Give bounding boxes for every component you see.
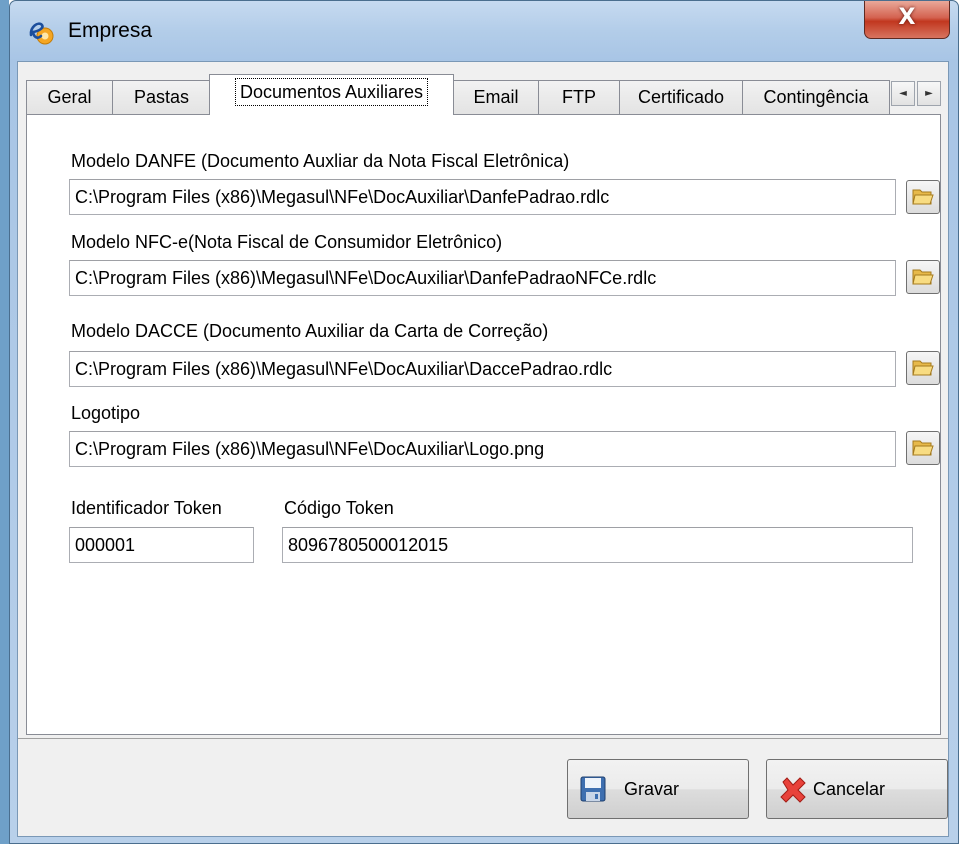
cancel-button[interactable]: Cancelar bbox=[766, 759, 948, 819]
tab-scroll-right-icon[interactable]: ► bbox=[917, 81, 941, 106]
tab-scroll-left-icon[interactable]: ◄ bbox=[891, 81, 915, 106]
dacce-browse-button[interactable] bbox=[906, 351, 940, 385]
folder-open-icon bbox=[912, 360, 934, 376]
nfce-label: Modelo NFC-e(Nota Fiscal de Consumidor E… bbox=[71, 232, 503, 252]
tab-certificado[interactable]: Certificado bbox=[619, 80, 743, 114]
folder-open-icon bbox=[912, 440, 934, 456]
logotipo-browse-button[interactable] bbox=[906, 431, 940, 465]
tab-label: Documentos Auxiliares bbox=[234, 78, 429, 106]
background-window-edge bbox=[0, 0, 9, 844]
tab-label: FTP bbox=[562, 87, 596, 107]
dacce-path-field[interactable]: C:\Program Files (x86)\Megasul\NFe\DocAu… bbox=[69, 351, 896, 387]
save-button-label: Gravar bbox=[624, 779, 680, 799]
logotipo-label: Logotipo bbox=[71, 403, 141, 423]
logotipo-path-field[interactable]: C:\Program Files (x86)\Megasul\NFe\DocAu… bbox=[69, 431, 896, 467]
tab-label: Certificado bbox=[637, 87, 725, 107]
close-button[interactable]: X bbox=[864, 1, 950, 39]
footer-separator bbox=[18, 738, 948, 739]
tab-label: Pastas bbox=[133, 87, 190, 107]
cancel-button-label: Cancelar bbox=[813, 779, 886, 799]
tab-documentos-auxiliares[interactable]: Documentos Auxiliares bbox=[209, 74, 454, 115]
tab-contingencia[interactable]: Contingência bbox=[742, 80, 890, 114]
folder-open-icon bbox=[912, 269, 934, 285]
danfe-path-field[interactable]: C:\Program Files (x86)\Megasul\NFe\DocAu… bbox=[69, 179, 896, 215]
folder-open-icon bbox=[912, 189, 934, 205]
app-e-icon bbox=[28, 19, 54, 45]
save-button[interactable]: Gravar bbox=[567, 759, 749, 819]
tab-pastas[interactable]: Pastas bbox=[112, 80, 211, 114]
token-code-field[interactable]: 8096780500012015 bbox=[282, 527, 913, 563]
tab-strip: Geral Pastas Documentos Auxiliares Email… bbox=[18, 74, 948, 115]
tab-geral[interactable]: Geral bbox=[26, 80, 113, 114]
danfe-label: Modelo DANFE (Documento Auxliar da Nota … bbox=[71, 151, 570, 171]
nfce-path-field[interactable]: C:\Program Files (x86)\Megasul\NFe\DocAu… bbox=[69, 260, 896, 296]
token-id-label: Identificador Token bbox=[71, 498, 222, 518]
title-bar[interactable]: Empresa X bbox=[10, 1, 958, 61]
red-x-icon bbox=[779, 776, 807, 809]
token-code-label: Código Token bbox=[284, 498, 394, 518]
close-icon: X bbox=[898, 5, 916, 30]
window-title: Empresa bbox=[68, 19, 153, 42]
tab-scroll-buttons: ◄ ► bbox=[891, 81, 941, 106]
empresa-dialog: Empresa X Geral Pastas Documentos Auxili… bbox=[9, 0, 959, 844]
dialog-client-area: Geral Pastas Documentos Auxiliares Email… bbox=[17, 61, 949, 837]
tab-email[interactable]: Email bbox=[453, 80, 539, 114]
tab-label: Email bbox=[473, 87, 519, 107]
tab-label: Geral bbox=[47, 87, 92, 107]
tab-ftp[interactable]: FTP bbox=[538, 80, 620, 114]
danfe-browse-button[interactable] bbox=[906, 180, 940, 214]
dacce-label: Modelo DACCE (Documento Auxiliar da Cart… bbox=[71, 321, 549, 341]
documentos-auxiliares-page: Modelo DANFE (Documento Auxliar da Nota … bbox=[26, 114, 941, 735]
token-id-field[interactable]: 000001 bbox=[69, 527, 254, 563]
nfce-browse-button[interactable] bbox=[906, 260, 940, 294]
tab-label: Contingência bbox=[763, 87, 869, 107]
floppy-disk-icon bbox=[580, 776, 606, 807]
